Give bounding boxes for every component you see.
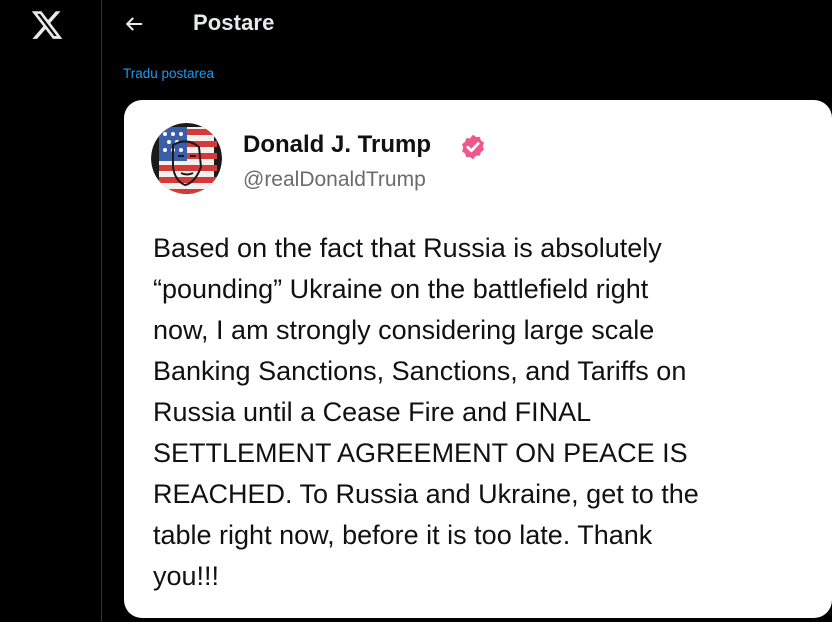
verified-badge-icon: [459, 133, 487, 161]
embedded-post-card: Donald J. Trump @realDonaldTrump Based o…: [124, 100, 832, 618]
avatar[interactable]: [151, 123, 222, 194]
translate-post-link[interactable]: Tradu postarea: [123, 66, 214, 81]
app-window: Postare Tradu postarea Donald J. Trump @…: [0, 0, 832, 622]
post-header: Postare: [103, 0, 832, 50]
author-name[interactable]: Donald J. Trump: [243, 131, 431, 159]
main-column: Postare Tradu postarea Donald J. Trump @…: [103, 0, 832, 622]
back-button[interactable]: [116, 8, 152, 40]
left-navigation-rail: [0, 0, 102, 622]
page-title: Postare: [193, 10, 275, 35]
x-logo-icon[interactable]: [30, 8, 64, 42]
verified-badge-glyph: [462, 134, 484, 160]
x-logo-glyph: [31, 11, 63, 39]
arrow-left-icon: [126, 17, 143, 31]
author-handle[interactable]: @realDonaldTrump: [243, 168, 426, 192]
avatar-image: [151, 123, 222, 194]
post-text: Based on the fact that Russia is absolut…: [153, 233, 699, 591]
